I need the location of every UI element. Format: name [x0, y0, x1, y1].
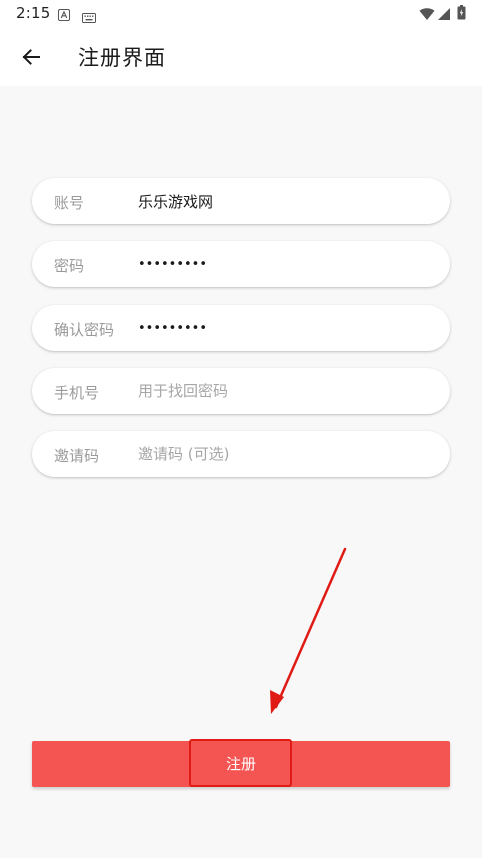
status-time: 2:15 [16, 4, 51, 22]
account-input[interactable] [138, 186, 428, 216]
back-button[interactable] [10, 36, 52, 78]
invite-code-input[interactable] [138, 439, 428, 469]
invite-code-label: 邀请码 [54, 447, 100, 465]
phone-label: 手机号 [54, 384, 100, 402]
confirm-password-label: 确认密码 [54, 321, 115, 339]
phone-input[interactable] [138, 376, 428, 406]
battery-icon [457, 5, 466, 24]
password-row: 密码 [32, 241, 450, 287]
register-button[interactable]: 注册 [32, 741, 450, 787]
account-label: 账号 [54, 194, 85, 212]
annotation-arrow-icon [270, 547, 347, 714]
register-button-label: 注册 [225, 755, 256, 773]
arrow-left-icon [21, 47, 41, 67]
a-notification-icon [58, 6, 70, 25]
account-row: 账号 [32, 178, 450, 224]
app-bar: 注册界面 [0, 28, 482, 86]
password-label: 密码 [54, 257, 85, 275]
status-bar: 2:15 [0, 0, 482, 28]
signal-icon [437, 6, 451, 25]
page-title: 注册界面 [78, 46, 166, 70]
wifi-icon [419, 6, 435, 25]
confirm-password-input[interactable] [138, 313, 428, 343]
invite-code-row: 邀请码 [32, 431, 450, 477]
keyboard-icon [82, 8, 96, 27]
phone-row: 手机号 [32, 368, 450, 414]
confirm-password-row: 确认密码 [32, 305, 450, 351]
password-input[interactable] [138, 249, 428, 279]
